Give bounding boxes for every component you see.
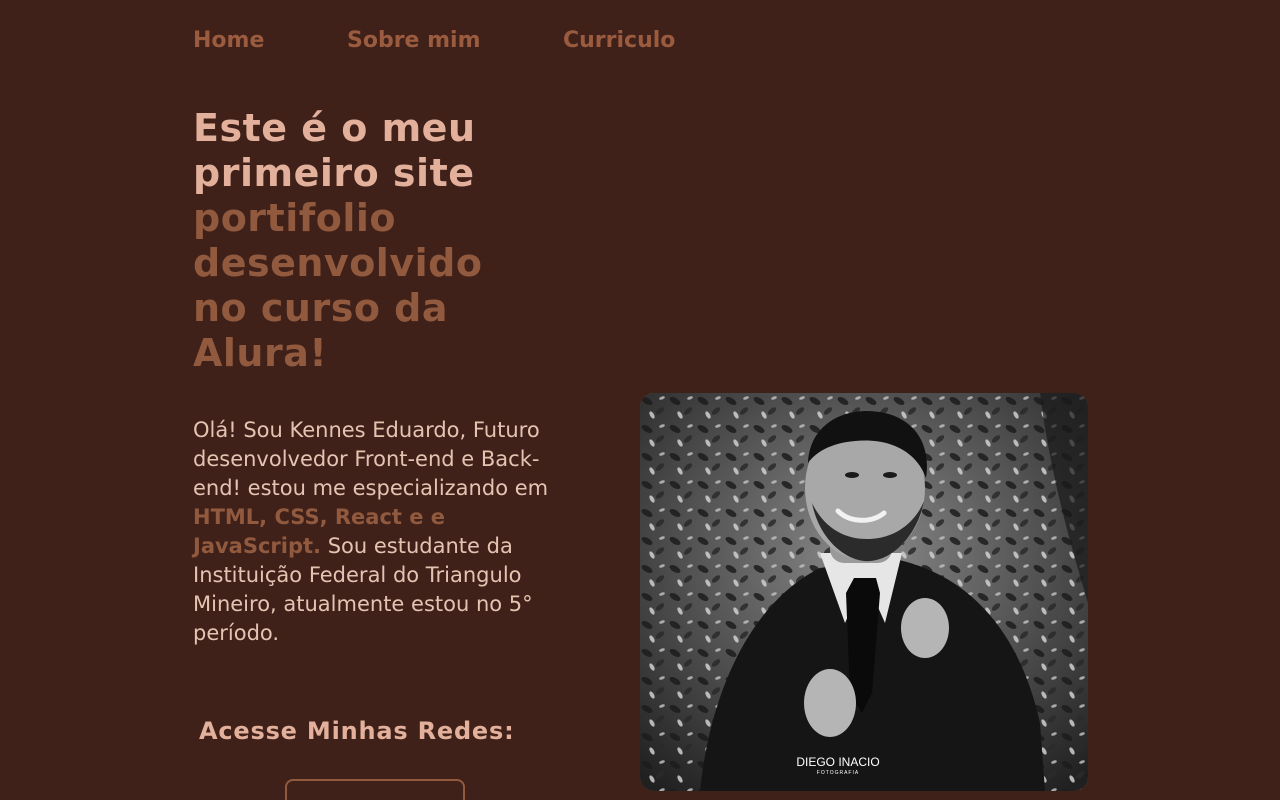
photo-watermark-name: DIEGO INACIO bbox=[796, 755, 879, 769]
headline-line-2: primeiro site bbox=[193, 151, 475, 195]
page: Home Sobre mim Curriculo Este é o meu pr… bbox=[0, 0, 1280, 800]
top-nav: Home Sobre mim Curriculo bbox=[193, 26, 693, 56]
profile-photo: DIEGO INACIO FOTOGRAFIA bbox=[640, 393, 1088, 791]
social-section-title: Acesse Minhas Redes: bbox=[199, 717, 515, 745]
headline-line-4: desenvolvido bbox=[193, 241, 483, 285]
nav-curriculo-link[interactable]: Curriculo bbox=[563, 26, 693, 56]
headline-line-5: no curso da bbox=[193, 286, 449, 330]
photo-watermark-sub: FOTOGRAFIA bbox=[817, 770, 859, 776]
headline-line-1: Este é o meu bbox=[193, 106, 476, 150]
profile-photo-illustration: DIEGO INACIO FOTOGRAFIA bbox=[640, 393, 1088, 791]
headline-line-3: portifolio bbox=[193, 196, 397, 240]
intro-text-1: Olá! Sou Kennes Eduardo, Futuro desenvol… bbox=[193, 418, 549, 500]
nav-sobre-link[interactable]: Sobre mim bbox=[347, 26, 563, 56]
headline-line-6: Alura! bbox=[193, 331, 328, 375]
social-link-button[interactable] bbox=[285, 779, 465, 800]
page-headline: Este é o meu primeiro site portifolio de… bbox=[193, 106, 533, 376]
intro-paragraph: Olá! Sou Kennes Eduardo, Futuro desenvol… bbox=[193, 416, 553, 648]
nav-home-link[interactable]: Home bbox=[193, 26, 347, 56]
